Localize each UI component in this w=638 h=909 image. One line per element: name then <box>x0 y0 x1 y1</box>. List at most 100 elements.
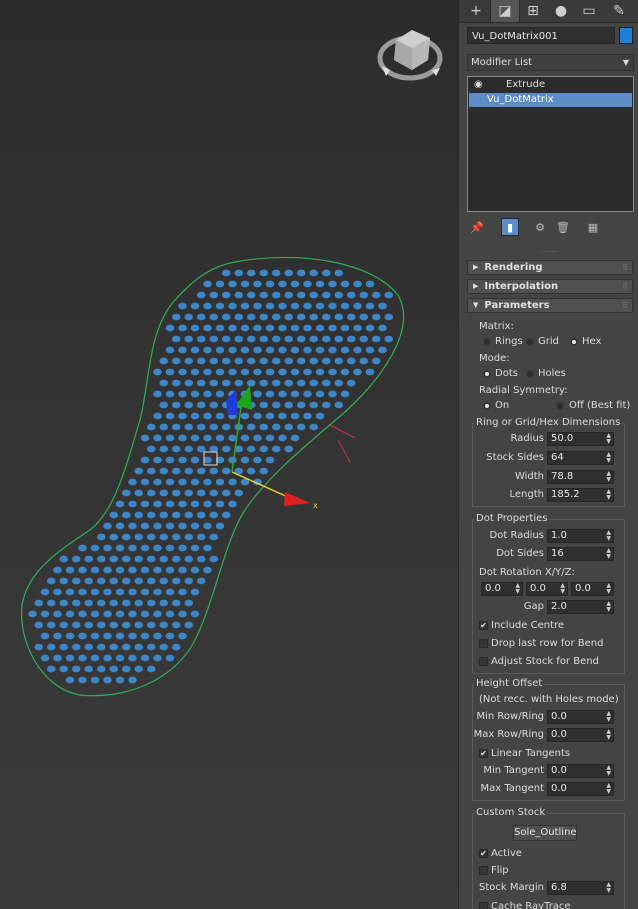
dot <box>253 280 262 288</box>
dot <box>340 346 350 354</box>
min-row-spinner[interactable]: 0.0 ▲ ▼ <box>547 710 614 724</box>
dot-radius-spinner[interactable]: 1.0 ▲ ▼ <box>547 529 614 543</box>
length-spinner[interactable]: 185.2 ▲ ▼ <box>547 488 614 502</box>
include-centre-checkbox[interactable]: ✔ <box>479 621 488 630</box>
spinner-arrows-icon[interactable]: ▲ ▼ <box>606 433 611 445</box>
spinner-arrows-icon[interactable]: ▲ ▼ <box>606 765 611 777</box>
spinner-arrows-icon[interactable]: ▲ ▼ <box>606 530 611 542</box>
linear-tangents-label: Linear Tangents <box>491 748 571 759</box>
rollout-rendering[interactable]: ▶ Rendering ⠿ <box>467 260 633 275</box>
modify-tab[interactable]: ◪ <box>490 0 520 22</box>
matrix-hex-radio[interactable] <box>570 338 578 346</box>
dot <box>278 434 287 442</box>
matrix-grid-radio[interactable] <box>526 338 534 346</box>
gap-spinner[interactable]: 2.0 ▲ ▼ <box>547 600 614 614</box>
dot <box>246 313 256 321</box>
pin-icon: 📌 <box>470 220 484 234</box>
eye-icon[interactable]: ◉ <box>474 78 483 92</box>
object-color-swatch[interactable] <box>619 27 633 44</box>
motion-tab[interactable]: ● <box>547 0 575 22</box>
spinner-arrows-icon[interactable]: ▲ ▼ <box>606 882 611 894</box>
dot <box>215 280 225 288</box>
matrix-rings-radio[interactable] <box>483 338 491 346</box>
stack-item-vu-dotmatrix[interactable]: Vu_DotMatrix <box>469 93 632 107</box>
min-tangent-spinner[interactable]: 0.0 ▲ ▼ <box>547 764 614 778</box>
utilities-tab[interactable]: ✎ <box>605 0 633 22</box>
hierarchy-tab[interactable]: ⊞ <box>519 0 547 22</box>
dot <box>209 379 219 387</box>
max-tangent-spinner[interactable]: 0.0 ▲ ▼ <box>547 782 614 796</box>
rotation-x-spinner[interactable]: 0.0 ▲ ▼ <box>481 582 523 596</box>
dot <box>296 335 306 343</box>
pin-stack-button[interactable]: 📌 <box>468 218 486 236</box>
mode-holes-radio[interactable] <box>526 370 534 378</box>
radial-off-radio[interactable] <box>556 402 564 410</box>
dot <box>109 643 119 651</box>
stock-margin-spinner[interactable]: 6.8 ▲ ▼ <box>547 881 614 895</box>
radius-spinner[interactable]: 50.0 ▲ ▼ <box>547 432 614 446</box>
max-row-spinner[interactable]: 0.0 ▲ ▼ <box>547 728 614 742</box>
flip-checkbox[interactable] <box>479 866 488 875</box>
dot-radius-value: 1.0 <box>551 530 567 541</box>
spinner-arrows-icon[interactable]: ▲ ▼ <box>606 471 611 483</box>
display-tab[interactable]: ▭ <box>575 0 603 22</box>
rollout-interpolation[interactable]: ▶ Interpolation ⠿ <box>467 279 633 294</box>
radial-on-label: On <box>495 400 510 411</box>
max-tangent-label: Max Tangent <box>480 783 544 794</box>
width-spinner[interactable]: 78.8 ▲ ▼ <box>547 470 614 484</box>
spinner-arrows-icon[interactable]: ▲ ▼ <box>606 548 611 560</box>
dot <box>140 654 150 662</box>
sole-outline-spline[interactable] <box>20 256 404 697</box>
dot <box>165 412 175 420</box>
dot <box>203 544 212 552</box>
object-name-field[interactable]: Vu_DotMatrix001 <box>467 27 615 44</box>
viewport-perspective[interactable]: x <box>0 0 458 909</box>
adjust-stock-checkbox[interactable] <box>479 657 488 666</box>
spinner-arrows-icon[interactable]: ▲ ▼ <box>606 452 611 464</box>
stack-item-extrude[interactable]: ◉ Extrude <box>469 78 632 92</box>
dot-sides-spinner[interactable]: 16 ▲ ▼ <box>547 547 614 561</box>
panel-splitter[interactable]: ⋯⋯ <box>529 248 569 256</box>
mode-dots-radio[interactable] <box>483 370 491 378</box>
dot <box>90 654 100 662</box>
spinner-arrows-icon[interactable]: ▲ ▼ <box>560 583 565 595</box>
drop-last-row-label: Drop last row for Bend <box>491 638 604 649</box>
spinner-arrows-icon[interactable]: ▲ ▼ <box>515 583 520 595</box>
dot <box>215 324 225 332</box>
viewcube[interactable] <box>377 30 443 81</box>
dot <box>253 412 262 420</box>
show-end-result-button[interactable]: ▮ <box>501 218 519 236</box>
stock-shape-button[interactable]: Sole_Outline <box>513 825 577 841</box>
radial-on-radio[interactable] <box>483 402 491 410</box>
dot <box>259 401 269 409</box>
linear-tangents-checkbox[interactable]: ✔ <box>479 749 488 758</box>
remove-modifier-button[interactable]: 🗑 <box>554 218 572 236</box>
matrix-label: Matrix: <box>479 321 514 332</box>
configure-modifier-sets-button[interactable]: ▦ <box>584 218 602 236</box>
viewport-canvas[interactable]: x <box>0 0 458 909</box>
spinner-arrows-icon[interactable]: ▲ ▼ <box>606 711 611 723</box>
spinner-arrows-icon[interactable]: ▲ ▼ <box>606 601 611 613</box>
rotation-z-spinner[interactable]: 0.0 ▲ ▼ <box>571 582 614 596</box>
gap-label: Gap <box>523 601 544 612</box>
make-unique-button[interactable]: ⚙ <box>531 218 549 236</box>
spinner-arrows-icon[interactable]: ▲ ▼ <box>606 583 611 595</box>
active-checkbox[interactable]: ✔ <box>479 849 488 858</box>
min-tangent-label: Min Tangent <box>483 765 544 776</box>
dot <box>234 269 244 277</box>
spinner-arrows-icon[interactable]: ▲ ▼ <box>606 489 611 501</box>
cache-raytrace-checkbox[interactable] <box>479 902 488 909</box>
dot <box>71 643 81 651</box>
drop-last-row-checkbox[interactable] <box>479 639 488 648</box>
rollout-parameters[interactable]: ▼ Parameters ⠿ <box>467 298 633 313</box>
stock-sides-spinner[interactable]: 64 ▲ ▼ <box>547 451 614 465</box>
dot <box>296 291 306 299</box>
modifier-list-dropdown[interactable]: Modifier List ▼ <box>467 54 634 71</box>
rotation-y-spinner[interactable]: 0.0 ▲ ▼ <box>526 582 568 596</box>
dot <box>215 346 225 354</box>
spinner-arrows-icon[interactable]: ▲ ▼ <box>606 783 611 795</box>
dot <box>109 533 119 541</box>
dot <box>28 610 37 618</box>
create-tab[interactable]: + <box>462 0 490 22</box>
spinner-arrows-icon[interactable]: ▲ ▼ <box>606 729 611 741</box>
